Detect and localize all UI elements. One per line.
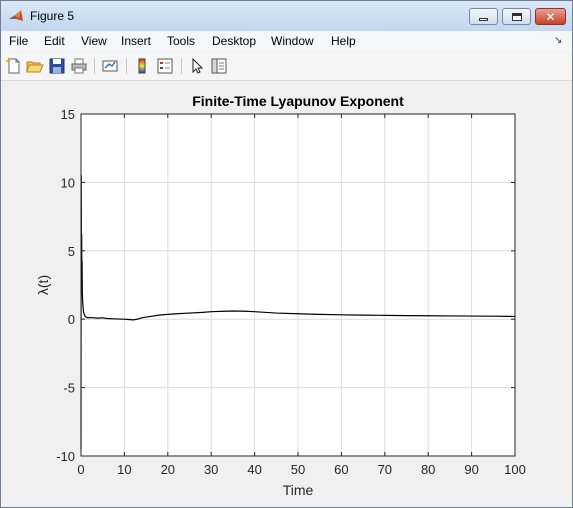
- menu-view[interactable]: View: [81, 34, 107, 48]
- x-tick-label: 40: [247, 462, 261, 477]
- maximize-button[interactable]: [502, 8, 531, 25]
- menu-bar: File Edit View Insert Tools Desktop Wind…: [1, 31, 572, 52]
- toolbar: [1, 53, 572, 81]
- window-title: Figure 5: [30, 9, 75, 23]
- line-chart[interactable]: Finite-Time Lyapunov Exponent 0 10 20 30 40 5…: [8, 82, 565, 503]
- x-tick-label: 50: [291, 462, 305, 477]
- link-plot-icon[interactable]: [101, 57, 119, 75]
- menu-tools[interactable]: Tools: [167, 34, 195, 48]
- close-button[interactable]: ✕: [535, 8, 566, 25]
- print-icon[interactable]: [70, 57, 88, 75]
- toolbar-separator: [181, 58, 182, 74]
- x-tick-label: 70: [378, 462, 392, 477]
- y-tick-label: 0: [68, 312, 75, 327]
- minimize-icon: [479, 18, 488, 21]
- plot-area: 0 10 20 30 40 50 60 70 80 90 100 -10 -5 0 5 10 15: [56, 107, 526, 477]
- x-axis-label: Time: [283, 482, 314, 498]
- x-tick-label: 90: [464, 462, 478, 477]
- x-tick-label: 100: [504, 462, 526, 477]
- chart-title: Finite-Time Lyapunov Exponent: [192, 93, 404, 109]
- new-figure-icon[interactable]: [5, 57, 23, 75]
- x-tick-label: 30: [204, 462, 218, 477]
- y-tick-label: -5: [63, 381, 75, 396]
- menu-insert[interactable]: Insert: [121, 34, 151, 48]
- select-arrow-icon[interactable]: [188, 57, 206, 75]
- figure-window: Figure 5 ✕ File Edit View Insert Tools D…: [0, 0, 573, 508]
- figure-canvas: Finite-Time Lyapunov Exponent 0 10 20 30 40 5…: [8, 82, 565, 503]
- menu-desktop[interactable]: Desktop: [212, 34, 256, 48]
- save-icon[interactable]: [48, 57, 66, 75]
- insert-legend-icon[interactable]: [156, 57, 174, 75]
- title-bar[interactable]: Figure 5 ✕: [1, 1, 572, 31]
- x-tick-label: 10: [117, 462, 131, 477]
- maximize-icon: [511, 12, 522, 21]
- y-tick-label: 15: [61, 107, 75, 122]
- open-file-icon[interactable]: [26, 57, 44, 75]
- y-tick-label: -10: [56, 449, 75, 464]
- menu-help[interactable]: Help: [331, 34, 356, 48]
- toolbar-separator: [126, 58, 127, 74]
- menu-file[interactable]: File: [9, 34, 28, 48]
- menu-window[interactable]: Window: [271, 34, 314, 48]
- property-editor-icon[interactable]: [210, 57, 228, 75]
- toolbar-separator: [94, 58, 95, 74]
- y-tick-label: 5: [68, 244, 75, 259]
- dock-arrow-icon[interactable]: ↘: [554, 35, 562, 46]
- matlab-logo-icon: [9, 10, 23, 21]
- y-tick-label: 10: [61, 175, 75, 190]
- y-axis-label: λ(t): [35, 275, 51, 295]
- x-tick-label: 80: [421, 462, 435, 477]
- x-tick-label: 60: [334, 462, 348, 477]
- close-icon: ✕: [545, 9, 556, 24]
- menu-edit[interactable]: Edit: [44, 34, 65, 48]
- minimize-button[interactable]: [469, 8, 498, 25]
- x-tick-label: 20: [161, 462, 175, 477]
- insert-colorbar-icon[interactable]: [133, 57, 151, 75]
- x-tick-label: 0: [77, 462, 84, 477]
